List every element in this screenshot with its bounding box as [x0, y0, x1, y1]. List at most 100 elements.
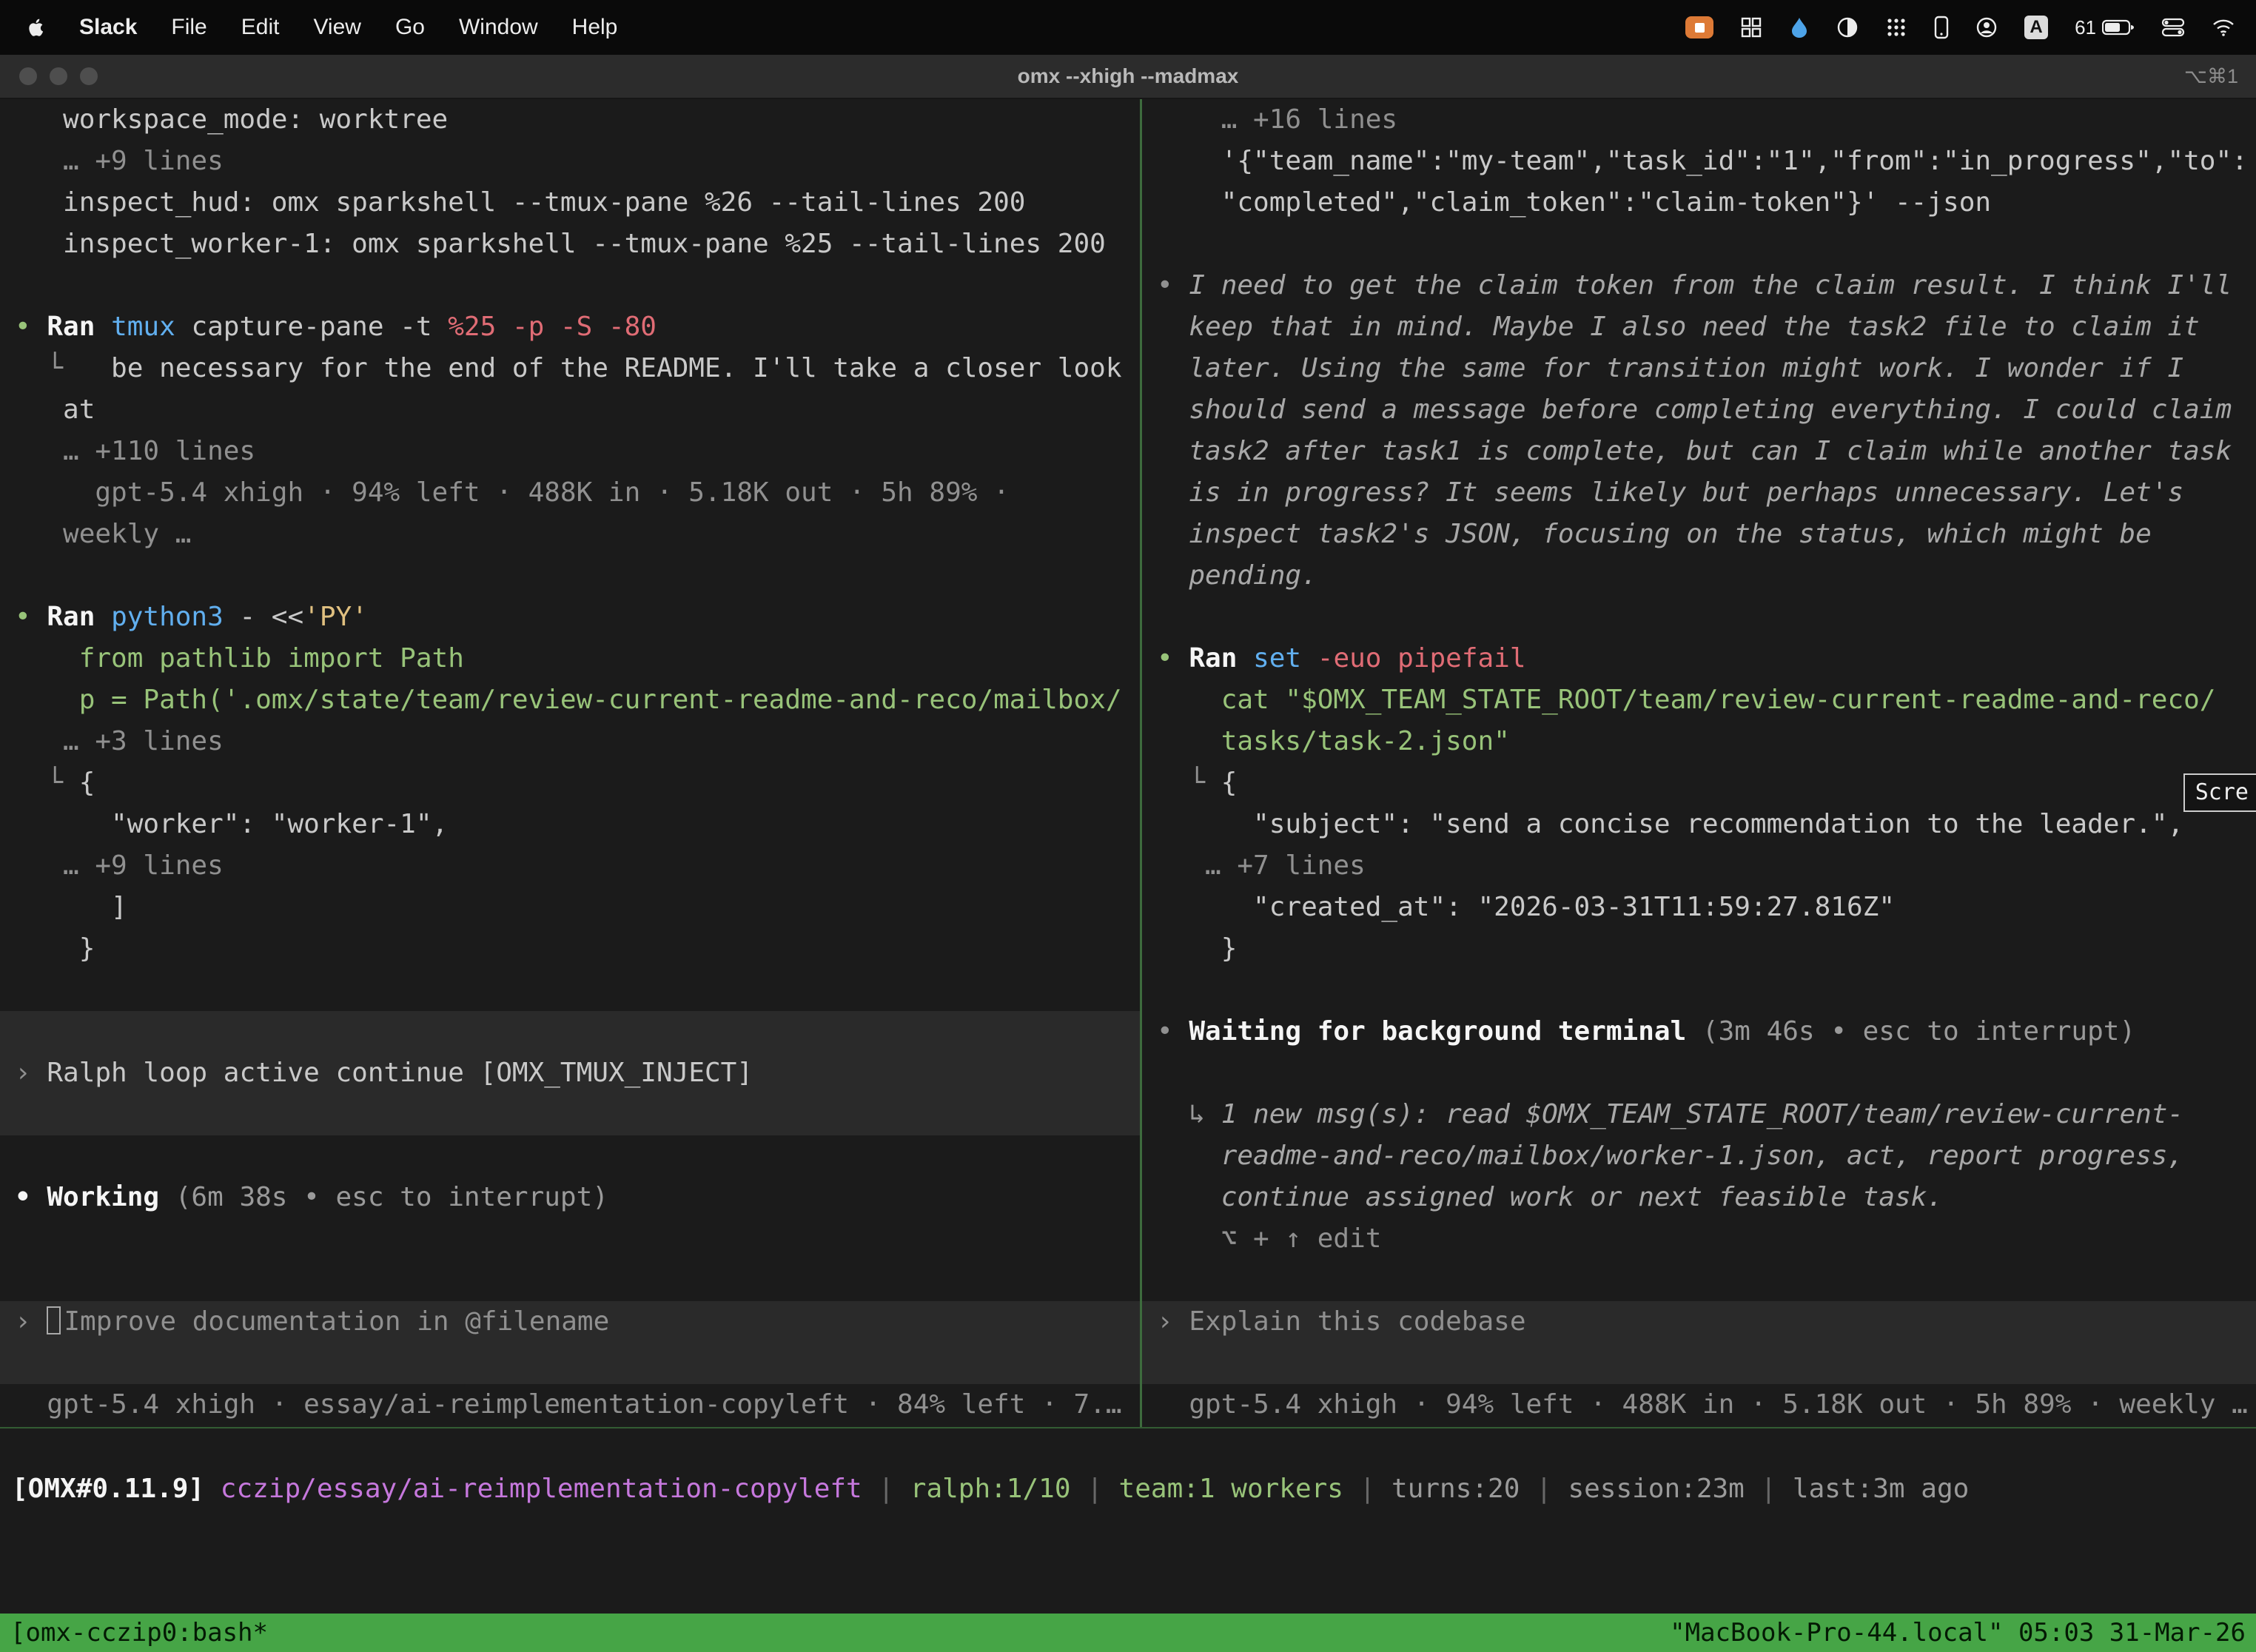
text-segment: ⌥ + ↑ edit [1157, 1223, 1381, 1254]
terminal-row: • Ran tmux capture-pane -t %25 -p -S -80 [15, 306, 1140, 348]
text-segment: task2 after task1 is complete, but can I… [1157, 436, 2232, 466]
terminal-row: task2 after task1 is complete, but can I… [1157, 431, 2256, 472]
terminal-row: inspect_worker-1: omx sparkshell --tmux-… [15, 224, 1140, 265]
terminal-row: } [1157, 928, 2256, 970]
text-segment: capture-pane -t [191, 312, 448, 342]
left-pane[interactable]: workspace_mode: worktree … +9 lines insp… [0, 99, 1140, 1426]
prompt-row[interactable]: › Improve documentation in @filename [0, 1301, 1140, 1343]
terminal-row [15, 1135, 1140, 1177]
terminal-row: • Ran set -euo pipefail [1157, 638, 2256, 679]
text-segment: is in progress? It seems likely but perh… [1157, 477, 2183, 508]
menu-item-window[interactable]: Window [442, 15, 555, 39]
prompt-row[interactable] [0, 1343, 1140, 1384]
text-segment: gpt-5.4 xhigh · 94% left · 488K in · 5.1… [1157, 1389, 2248, 1420]
prompt-row[interactable]: › Ralph loop active continue [OMX_TMUX_I… [0, 1052, 1140, 1094]
terminal-row [1157, 224, 2256, 265]
screen-recording-indicator[interactable] [1685, 11, 1713, 44]
menu-item-file[interactable]: File [154, 15, 224, 39]
text-segment: Explain this codebase [1189, 1306, 1525, 1337]
prompt-row[interactable] [1142, 1343, 2256, 1384]
close-button[interactable] [19, 67, 37, 85]
terminal-row: at [15, 389, 1140, 431]
menu-item-help[interactable]: Help [555, 15, 635, 39]
text-segment: Ran [47, 602, 111, 632]
text-segment: -euo pipefail [1317, 643, 1526, 674]
terminal-row [15, 265, 1140, 306]
text-segment: … +7 lines [1157, 850, 1366, 881]
text-segment: team:1 workers [1119, 1474, 1343, 1504]
text-segment: from pathlib import Path [15, 643, 464, 674]
text-segment: └ [1157, 768, 1221, 798]
text-segment: Ralph loop active continue [OMX_TMUX_INJ… [47, 1058, 753, 1088]
text-segment: | [1745, 1474, 1793, 1504]
text-segment: "created_at": "2026-03-31T11:59:27.816Z" [1157, 892, 1895, 922]
text-segment: [OMX#0.11.9] [12, 1474, 204, 1504]
input-source-icon[interactable]: A [2024, 11, 2048, 44]
menu-items: SlackFileEditViewGoWindowHelp [62, 15, 634, 40]
block-cursor [47, 1306, 61, 1334]
terminal-row [1157, 597, 2256, 638]
dots-grid-icon[interactable] [1885, 11, 1907, 44]
contrast-circle-icon[interactable] [1836, 11, 1859, 44]
drop-icon[interactable] [1789, 11, 1810, 44]
prompt-row[interactable] [0, 1011, 1140, 1052]
terminal-row: ] [15, 887, 1140, 928]
text-segment: } [1157, 933, 1237, 964]
menu-item-edit[interactable]: Edit [224, 15, 297, 39]
text-segment: … +9 lines [15, 146, 224, 176]
tmux-host-clock: "MacBook-Pro-44.local" 05:03 31-Mar-26 [1670, 1618, 2246, 1648]
grid-icon[interactable] [1740, 11, 1762, 44]
phone-icon[interactable] [1934, 11, 1949, 44]
right-pane[interactable]: … +16 lines '{"team_name":"my-team","tas… [1142, 99, 2256, 1426]
avatar-icon[interactable] [1975, 11, 1998, 44]
text-segment: | [1071, 1474, 1119, 1504]
text-segment: … +9 lines [15, 850, 224, 881]
text-segment: › [15, 1306, 47, 1337]
text-segment: … +3 lines [15, 726, 224, 756]
text-segment: readme-and-reco/mailbox/worker-1.json, a… [1157, 1141, 2183, 1171]
text-segment: … +110 lines [15, 436, 255, 466]
text-segment: └ [15, 768, 79, 798]
terminal-row [1157, 1052, 2256, 1094]
prompt-row[interactable]: › Explain this codebase [1142, 1301, 2256, 1343]
menu-item-slack[interactable]: Slack [62, 15, 154, 39]
minimize-button[interactable] [50, 67, 67, 85]
wifi-icon[interactable] [2212, 11, 2235, 44]
menu-item-go[interactable]: Go [378, 15, 442, 39]
prompt-row[interactable] [0, 1094, 1140, 1135]
tmux-status-bar: [omx-cczip0:bash* "MacBook-Pro-44.local"… [0, 1614, 2256, 1652]
terminal-row: inspect task2's JSON, focusing on the st… [1157, 514, 2256, 555]
menu-item-view[interactable]: View [296, 15, 377, 39]
text-segment: later. Using the same for transition mig… [1157, 353, 2183, 383]
text-segment: (3m 46s • esc to interrupt) [1702, 1016, 2135, 1047]
text-segment: I need to get the claim token from the c… [1189, 270, 2232, 300]
text-segment: "subject": "send a concise recommendatio… [1157, 809, 2183, 839]
terminal-content: workspace_mode: worktree … +9 lines insp… [0, 99, 2256, 1652]
apple-menu[interactable] [21, 16, 62, 38]
stop-icon [1695, 23, 1705, 33]
text-segment: cczip/essay/ai-reimplementation-copyleft [221, 1474, 862, 1504]
terminal-row: ↳ 1 new msg(s): read $OMX_TEAM_STATE_ROO… [1157, 1094, 2256, 1135]
text-segment: session:23m [1568, 1474, 1744, 1504]
terminal-row: … +9 lines [15, 845, 1140, 887]
text-segment: %25 -p -S -80 [448, 312, 657, 342]
terminal-row: tasks/task-2.json" [1157, 721, 2256, 762]
omx-status-line: [OMX#0.11.9] cczip/essay/ai-reimplementa… [12, 1468, 1969, 1510]
text-segment: • [15, 312, 47, 342]
battery-icon[interactable]: 61 [2075, 11, 2135, 44]
text-segment: • Working [15, 1182, 175, 1212]
window-shortcut-hint: ⌥⌘1 [2184, 65, 2238, 88]
terminal-row: "completed","claim_token":"claim-token"}… [1157, 182, 2256, 224]
window-titlebar[interactable]: omx --xhigh --madmax ⌥⌘1 [0, 55, 2256, 99]
terminal-row: └ be necessary for the end of the README… [15, 348, 1140, 389]
text-segment: └ [15, 353, 111, 383]
control-center-icon[interactable] [2161, 11, 2185, 44]
text-segment: cat "$OMX_TEAM_STATE_ROOT/team/review-cu… [1157, 685, 2215, 715]
zoom-button[interactable] [80, 67, 98, 85]
text-segment: … +16 lines [1157, 104, 1397, 135]
terminal-window: omx --xhigh --madmax ⌥⌘1 workspace_mode:… [0, 55, 2256, 1652]
text-segment: Ran [1189, 643, 1253, 674]
text-segment: | [862, 1474, 910, 1504]
terminal-row [15, 970, 1140, 1011]
text-segment: › [15, 1058, 47, 1088]
